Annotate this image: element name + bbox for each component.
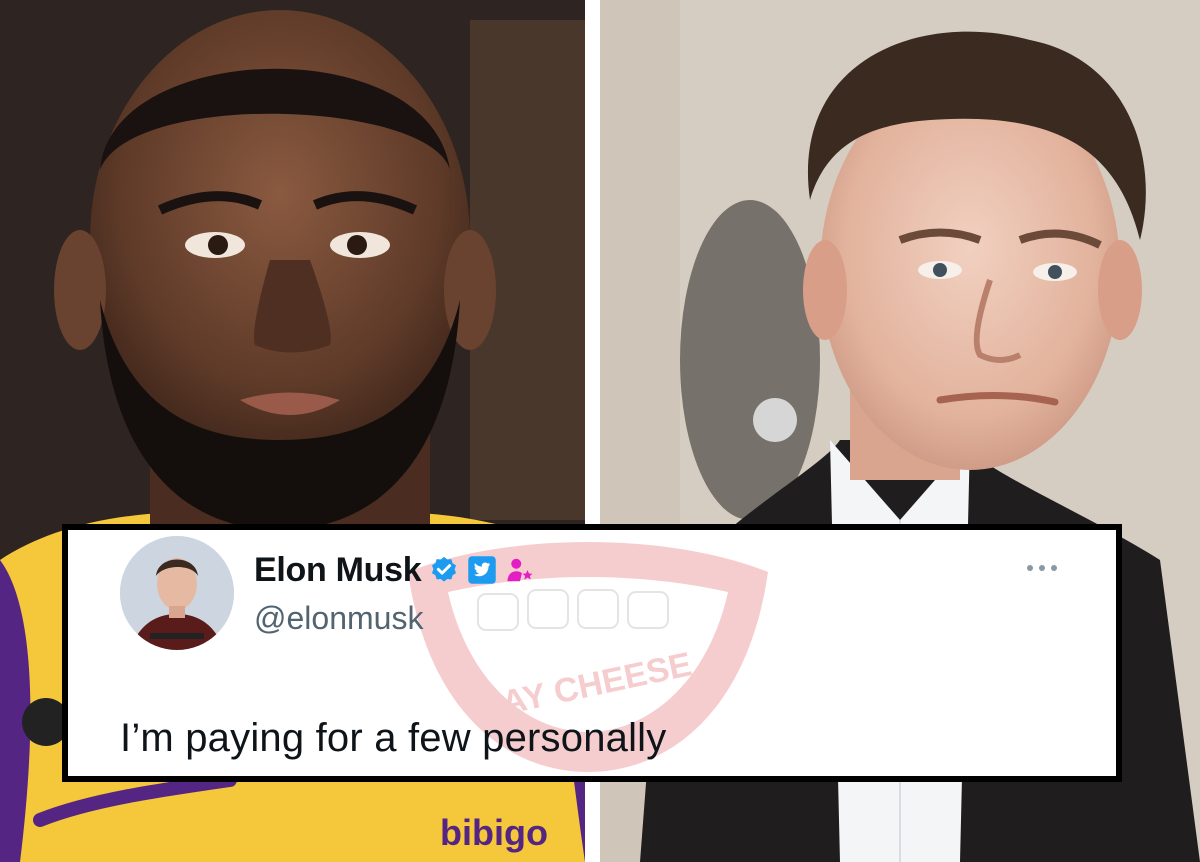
verified-badge-icon[interactable] [429, 555, 459, 585]
jersey-sponsor-label: bibigo [440, 812, 548, 853]
tweet-text: I’m paying for a few personally [120, 716, 667, 760]
twitter-bird-badge-icon[interactable] [467, 555, 497, 585]
tweet-card[interactable]: SAY CHEESE Elon Musk @elonmusk I’m payin… [62, 524, 1122, 782]
avatar-image [120, 536, 234, 650]
display-name[interactable]: Elon Musk [254, 551, 422, 590]
more-options-icon[interactable] [1022, 558, 1062, 578]
tweet-author-row: Elon Musk [254, 548, 535, 592]
handle[interactable]: @elonmusk [254, 600, 423, 637]
affiliate-person-star-icon[interactable] [505, 555, 535, 585]
avatar[interactable] [120, 536, 234, 650]
